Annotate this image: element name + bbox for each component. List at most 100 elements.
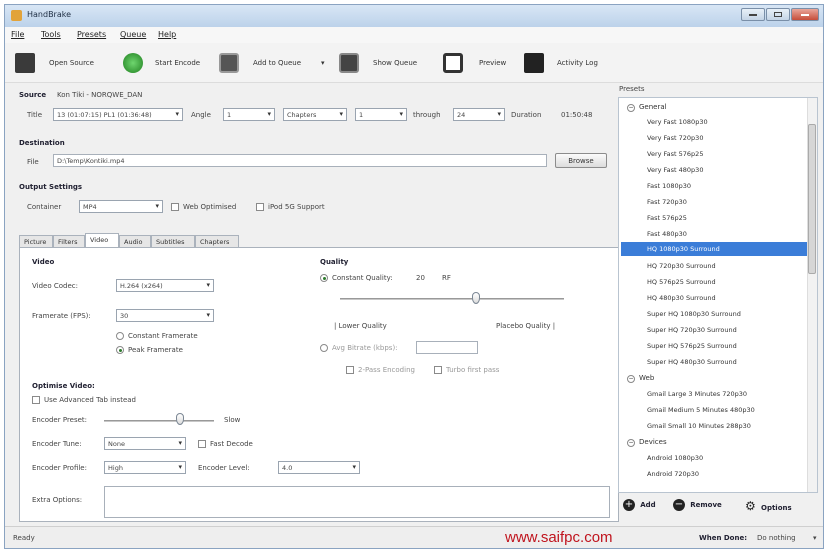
remove-preset-button[interactable]: − Remove (673, 499, 722, 511)
preset-item[interactable]: Android 1080p30 (647, 454, 703, 462)
destination-file-input[interactable]: D:\Temp\Kontiki.mp4 (53, 154, 547, 167)
framerate-label: Framerate (FPS): (32, 312, 91, 320)
preset-item[interactable]: Fast 1080p30 (647, 182, 691, 190)
tab-video[interactable]: Video (85, 233, 119, 248)
framerate-select[interactable]: 30 (116, 309, 214, 322)
open-source-button[interactable]: Open Source (49, 59, 94, 67)
collapse-icon[interactable]: − (627, 104, 635, 112)
preset-item[interactable]: Android 720p30 (647, 470, 699, 478)
preset-item[interactable]: Gmail Medium 5 Minutes 480p30 (647, 406, 755, 414)
turbo-first-pass-checkbox[interactable] (434, 366, 442, 374)
menu-presets[interactable]: Presets (77, 30, 106, 39)
presets-scrollbar-thumb[interactable] (808, 124, 816, 274)
preset-item[interactable]: Gmail Large 3 Minutes 720p30 (647, 390, 747, 398)
tab-filters[interactable]: Filters (53, 235, 85, 247)
preset-item[interactable]: Gmail Small 10 Minutes 288p30 (647, 422, 751, 430)
preset-item[interactable]: HQ 720p30 Surround (647, 262, 716, 270)
menu-tools[interactable]: Tools (41, 30, 61, 39)
preset-item[interactable]: Very Fast 720p30 (647, 134, 703, 142)
avg-bitrate-input[interactable] (416, 341, 478, 354)
start-encode-icon[interactable] (123, 53, 143, 73)
encoder-tune-label: Encoder Tune: (32, 440, 82, 448)
close-button[interactable] (791, 8, 819, 21)
preset-group-devices[interactable]: − Devices (627, 438, 667, 447)
preview-button[interactable]: Preview (479, 59, 506, 67)
collapse-icon[interactable]: − (627, 439, 635, 447)
maximize-button[interactable] (766, 8, 790, 21)
preset-group-web[interactable]: − Web (627, 374, 654, 383)
settings-tabs: Picture Filters Video Audio Subtitles Ch… (19, 233, 619, 248)
encoder-tune-select[interactable]: None (104, 437, 186, 450)
preset-item[interactable]: Very Fast 480p30 (647, 166, 703, 174)
quality-slider-thumb[interactable] (472, 292, 480, 304)
when-done-dropdown-icon[interactable]: ▾ (813, 534, 817, 542)
title-select[interactable]: 13 (01:07:15) PL1 (01:36:48) (53, 108, 183, 121)
show-queue-button[interactable]: Show Queue (373, 59, 417, 67)
preset-item[interactable]: Fast 480p30 (647, 230, 687, 238)
two-pass-checkbox[interactable] (346, 366, 354, 374)
encoder-preset-label: Encoder Preset: (32, 416, 88, 424)
preset-item[interactable]: Very Fast 1080p30 (647, 118, 708, 126)
toolbar: Open Source Start Encode Add to Queue ▾ … (5, 43, 823, 83)
web-optimised-checkbox[interactable] (171, 203, 179, 211)
range-start-select[interactable]: 1 (355, 108, 407, 121)
preset-item-selected[interactable]: HQ 1080p30 Surround (647, 245, 720, 253)
encoder-preset-slider-track[interactable] (104, 420, 214, 422)
preset-item[interactable]: Super HQ 480p30 Surround (647, 358, 737, 366)
menu-file[interactable]: File (11, 30, 24, 39)
menu-help[interactable]: Help (158, 30, 176, 39)
encoder-preset-slow-label: Slow (224, 416, 241, 424)
extra-options-input[interactable] (104, 486, 610, 518)
preset-item[interactable]: HQ 576p25 Surround (647, 278, 716, 286)
ipod-support-checkbox[interactable] (256, 203, 264, 211)
preset-group-general[interactable]: − General (627, 103, 667, 112)
start-encode-button[interactable]: Start Encode (155, 59, 200, 67)
preset-item[interactable]: HQ 480p30 Surround (647, 294, 716, 302)
open-source-icon[interactable] (15, 53, 35, 73)
minimize-button[interactable] (741, 8, 765, 21)
menu-queue[interactable]: Queue (120, 30, 146, 39)
when-done-select[interactable]: Do nothing (757, 534, 796, 542)
presets-scrollbar[interactable] (807, 98, 817, 492)
preset-item[interactable]: Super HQ 576p25 Surround (647, 342, 737, 350)
tab-audio[interactable]: Audio (119, 235, 151, 247)
avg-bitrate-radio[interactable] (320, 344, 328, 352)
range-type-select[interactable]: Chapters (283, 108, 347, 121)
collapse-icon[interactable]: − (627, 375, 635, 383)
preview-tv-icon[interactable] (443, 53, 463, 73)
activity-log-button[interactable]: Activity Log (557, 59, 598, 67)
browse-button[interactable]: Browse (555, 153, 607, 168)
fast-decode-checkbox[interactable] (198, 440, 206, 448)
encoder-profile-select[interactable]: High (104, 461, 186, 474)
tab-picture[interactable]: Picture (19, 235, 53, 247)
add-preset-button[interactable]: + Add (623, 499, 656, 511)
add-to-queue-icon[interactable] (219, 53, 239, 73)
angle-select[interactable]: 1 (223, 108, 275, 121)
container-select[interactable]: MP4 (79, 200, 163, 213)
tab-chapters[interactable]: Chapters (195, 235, 239, 247)
add-to-queue-button[interactable]: Add to Queue (253, 59, 301, 67)
tab-subtitles[interactable]: Subtitles (151, 235, 195, 247)
container-label: Container (27, 203, 62, 211)
preset-options-button[interactable]: ⚙ Options (745, 499, 792, 513)
show-queue-icon[interactable] (339, 53, 359, 73)
preset-item[interactable]: Super HQ 720p30 Surround (647, 326, 737, 334)
quality-slider-track[interactable] (340, 298, 564, 300)
preset-item[interactable]: Very Fast 576p25 (647, 150, 703, 158)
handbrake-window: HandBrake File Tools Presets Queue Help … (4, 4, 824, 549)
constant-framerate-radio[interactable] (116, 332, 124, 340)
video-codec-select[interactable]: H.264 (x264) (116, 279, 214, 292)
add-to-queue-dropdown-icon[interactable]: ▾ (321, 59, 325, 67)
preset-item[interactable]: Super HQ 1080p30 Surround (647, 310, 741, 318)
preset-item[interactable]: Fast 576p25 (647, 214, 687, 222)
preset-item[interactable]: Fast 720p30 (647, 198, 687, 206)
activity-log-icon[interactable] (524, 53, 544, 73)
constant-quality-radio[interactable] (320, 274, 328, 282)
encoder-preset-slider-thumb[interactable] (176, 413, 184, 425)
advanced-tab-checkbox[interactable] (32, 396, 40, 404)
peak-framerate-radio[interactable] (116, 346, 124, 354)
encoder-level-label: Encoder Level: (198, 464, 250, 472)
range-end-select[interactable]: 24 (453, 108, 505, 121)
encoder-level-select[interactable]: 4.0 (278, 461, 360, 474)
constant-framerate-label: Constant Framerate (128, 332, 198, 340)
